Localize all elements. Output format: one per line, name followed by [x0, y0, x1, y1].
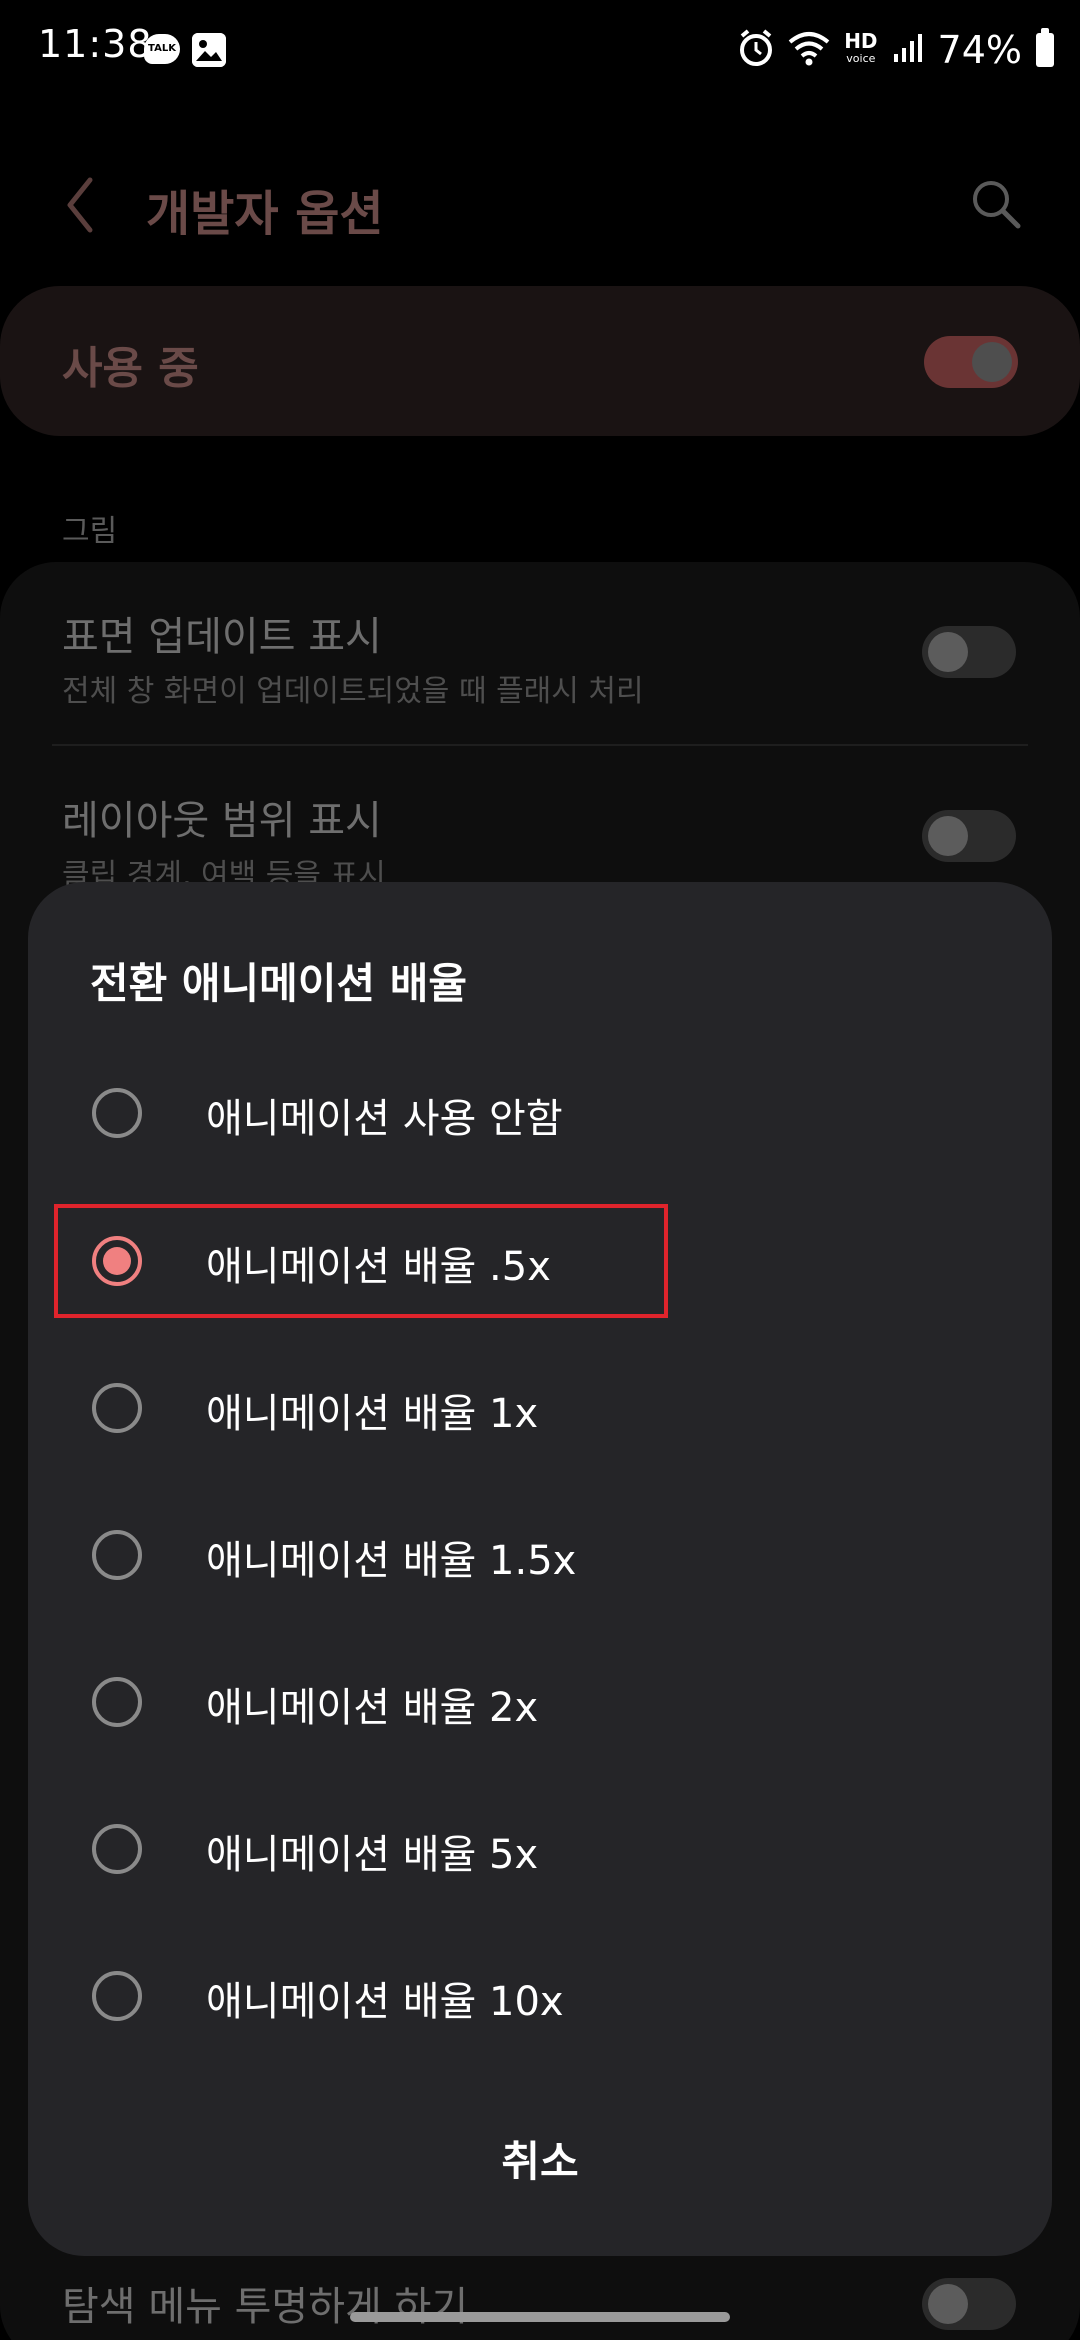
status-icons: HD voice 74%	[738, 22, 1054, 78]
option-1-5x[interactable]: 애니메이션 배율 1.5x	[28, 1494, 1052, 1614]
radio-button[interactable]	[92, 1677, 142, 1727]
master-switch-card[interactable]: 사용 중	[0, 286, 1080, 436]
animation-scale-dialog: 전환 애니메이션 배율 애니메이션 사용 안함 애니메이션 배율 .5x 애니메…	[28, 882, 1052, 2256]
option-label: 애니메이션 배율 2x	[206, 1685, 539, 1731]
option-label: 애니메이션 배율 1.5x	[206, 1538, 577, 1584]
option-off[interactable]: 애니메이션 사용 안함	[28, 1052, 1052, 1172]
radio-button[interactable]	[92, 1088, 142, 1138]
dialog-title: 전환 애니메이션 배율	[90, 959, 468, 1008]
option-10x[interactable]: 애니메이션 배율 10x	[28, 1935, 1052, 2055]
cancel-button[interactable]: 취소	[340, 2118, 740, 2198]
page-title: 개발자 옵션	[146, 186, 384, 242]
item-subtitle: 전체 창 화면이 업데이트되었을 때 플래시 처리	[62, 674, 644, 709]
item-title: 레이아웃 범위 표시	[62, 798, 382, 844]
screen: 11:38 TALK HD voice 74% 개발자 옵션 사용 중 그림 표…	[0, 0, 1080, 2340]
radio-button[interactable]	[92, 1824, 142, 1874]
toggle-knob	[972, 342, 1012, 382]
radio-button[interactable]	[92, 1383, 142, 1433]
battery-percent: 74%	[937, 28, 1022, 72]
item-toggle[interactable]	[922, 626, 1016, 678]
option-label: 애니메이션 배율 1x	[206, 1391, 539, 1437]
item-title: 표면 업데이트 표시	[62, 614, 382, 660]
section-label: 그림	[62, 514, 118, 549]
app-header: 개발자 옵션	[0, 150, 1080, 260]
alarm-icon	[738, 28, 774, 72]
option-label: 애니메이션 사용 안함	[206, 1096, 563, 1142]
item-title: 탐색 메뉴 투명하게 하기	[62, 2284, 469, 2330]
master-switch-label: 사용 중	[62, 343, 199, 394]
radio-button[interactable]	[92, 1530, 142, 1580]
status-time: 11:38	[38, 22, 153, 66]
item-toggle[interactable]	[922, 810, 1016, 862]
option-5x[interactable]: 애니메이션 배율 5x	[28, 1788, 1052, 1908]
wifi-icon	[788, 30, 830, 70]
item-toggle[interactable]	[922, 2278, 1016, 2330]
search-icon[interactable]	[966, 174, 1026, 234]
divider	[52, 744, 1028, 746]
status-bar: 11:38 TALK HD voice 74%	[0, 0, 1080, 100]
kakaotalk-icon: TALK	[144, 34, 180, 64]
back-icon[interactable]	[60, 170, 120, 240]
toggle-knob	[928, 2284, 968, 2324]
radio-button[interactable]	[92, 1971, 142, 2021]
master-toggle[interactable]	[924, 336, 1018, 388]
option-2x[interactable]: 애니메이션 배율 2x	[28, 1641, 1052, 1761]
hd-voice-icon: HD voice	[844, 29, 878, 65]
option-1x[interactable]: 애니메이션 배율 1x	[28, 1347, 1052, 1467]
option-label: 애니메이션 배율 10x	[206, 1979, 564, 2025]
toggle-knob	[928, 816, 968, 856]
signal-icon	[892, 32, 924, 68]
battery-icon	[1036, 28, 1054, 67]
gesture-nav-handle[interactable]	[350, 2312, 730, 2322]
gallery-icon	[192, 33, 226, 67]
option-label: 애니메이션 배율 5x	[206, 1832, 539, 1878]
toggle-knob	[928, 632, 968, 672]
selection-highlight	[54, 1204, 668, 1318]
